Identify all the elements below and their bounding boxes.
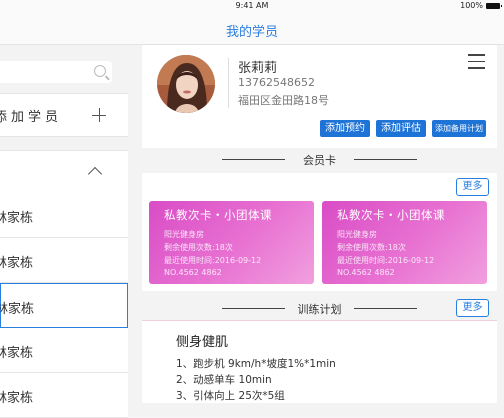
status-bar: 9:41 AM 100% [0, 0, 504, 12]
menu-icon[interactable] [468, 54, 485, 69]
divider [354, 308, 417, 309]
training-section-header: 训练计划 更多 [142, 297, 497, 319]
chevron-up-icon[interactable] [87, 166, 103, 182]
add-backup-plan-button[interactable]: 添加备用计划 [432, 120, 486, 137]
student-sidebar: 添加学员 林家栋 林家栋 林家栋 林家栋 林家栋 [0, 45, 128, 418]
plan-item: 3、引体向上 25次*5组 [176, 390, 285, 402]
membership-cards: 更多 私教次卡・小团体课 阳光健身房 剩余使用次数:18次 最近使用时间:201… [142, 173, 497, 291]
card-gym: 阳光健身房 [164, 230, 204, 239]
student-name: 林家栋 [0, 302, 35, 317]
page-title: 我的学员 [225, 25, 278, 40]
card-last-used: 最近使用时间:2016-09-12 [337, 256, 435, 265]
student-phone: 13762548652 [238, 76, 315, 89]
membership-card[interactable]: 私教次卡・小团体课 阳光健身房 剩余使用次数:18次 最近使用时间:2016-0… [322, 201, 487, 284]
student-name: 林家栋 [0, 346, 34, 361]
membership-section-header: 会员卡 [142, 148, 497, 170]
membership-section-title: 会员卡 [303, 154, 336, 167]
add-student-label: 添加学员 [0, 110, 63, 125]
student-list-item[interactable]: 林家栋 [0, 193, 128, 238]
profile-actions: 添加预约 添加评估 添加备用计划 [320, 120, 486, 137]
student-name: 林家栋 [0, 391, 34, 406]
search-input[interactable] [0, 61, 112, 83]
card-title: 私教次卡・小团体课 [164, 208, 272, 222]
profile-divider [228, 58, 229, 108]
plan-title: 侧身健肌 [176, 335, 229, 350]
student-group-header[interactable] [0, 150, 128, 194]
student-list: 林家栋 林家栋 林家栋 林家栋 林家栋 [0, 193, 128, 418]
student-address: 福田区金田路18号 [238, 94, 329, 107]
card-last-used: 最近使用时间:2016-09-12 [164, 256, 262, 265]
battery-icon [486, 2, 502, 9]
membership-card[interactable]: 私教次卡・小团体课 阳光健身房 剩余使用次数:18次 最近使用时间:2016-0… [149, 201, 314, 284]
add-student-button[interactable]: 添加学员 [0, 93, 128, 137]
battery-label: 100% [460, 1, 483, 10]
card-remaining: 剩余使用次数:18次 [337, 243, 406, 252]
plan-item: 2、动感单车 10min [176, 374, 272, 386]
student-name-title: 张莉莉 [238, 61, 278, 76]
training-more-button[interactable]: 更多 [456, 299, 489, 317]
divider [354, 159, 417, 160]
add-assessment-button[interactable]: 添加评估 [376, 120, 426, 137]
search-icon[interactable] [94, 65, 106, 77]
student-list-item[interactable]: 林家栋 [0, 328, 128, 373]
student-name: 林家栋 [0, 256, 34, 271]
battery-indicator: 100% [460, 1, 502, 10]
student-list-item[interactable]: 林家栋 [0, 373, 128, 418]
avatar [157, 55, 215, 113]
profile-card: 张莉莉 13762548652 福田区金田路18号 添加预约 添加评估 添加备用… [142, 45, 497, 148]
student-list-item[interactable]: 林家栋 [0, 238, 128, 283]
student-name: 林家栋 [0, 211, 34, 226]
status-time: 9:41 AM [235, 1, 269, 10]
card-remaining: 剩余使用次数:18次 [164, 243, 233, 252]
training-plan-card[interactable]: 侧身健肌 1、跑步机 9km/h*坡度1%*1min 2、动感单车 10min … [142, 320, 497, 403]
plus-icon[interactable] [92, 108, 106, 122]
navigation-bar: 我的学员 [0, 12, 504, 45]
card-number: NO.4562 4862 [337, 268, 395, 277]
training-section-title: 训练计划 [297, 303, 342, 316]
student-detail: 张莉莉 13762548652 福田区金田路18号 添加预约 添加评估 添加备用… [142, 45, 497, 403]
add-appointment-button[interactable]: 添加预约 [320, 120, 370, 137]
plan-item: 1、跑步机 9km/h*坡度1%*1min [176, 358, 336, 370]
membership-more-button[interactable]: 更多 [456, 178, 489, 196]
card-number: NO.4562 4862 [164, 268, 222, 277]
card-gym: 阳光健身房 [337, 230, 377, 239]
student-list-item-selected[interactable]: 林家栋 [0, 283, 128, 328]
card-title: 私教次卡・小团体课 [337, 208, 445, 222]
